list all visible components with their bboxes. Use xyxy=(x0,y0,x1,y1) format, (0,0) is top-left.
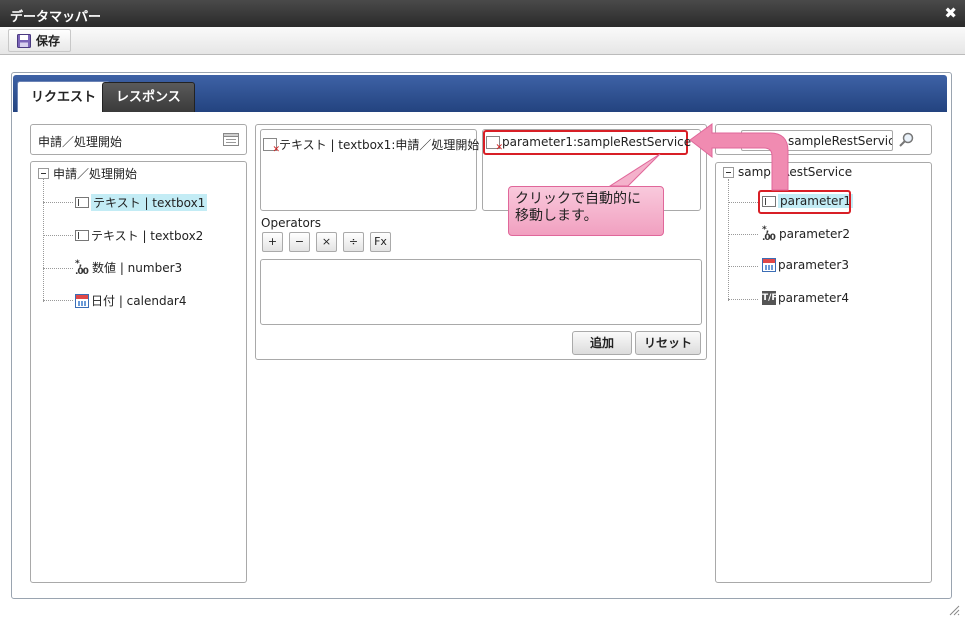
right-tree-item-parameter3[interactable]: parameter3 xyxy=(762,258,849,272)
source-mapping-item[interactable]: テキスト | textbox1:申請／処理開始 xyxy=(263,136,480,155)
target-mapping-selection[interactable]: parameter1:sampleRestService xyxy=(483,130,692,155)
unmapped-textbox-icon xyxy=(486,135,503,153)
tree-item-label: テキスト | textbox1 xyxy=(91,194,208,211)
left-tree-item-number3[interactable]: *, .00 数値 | number3 xyxy=(75,259,182,276)
window-titlebar: データマッパー ✖ xyxy=(0,0,965,27)
tree-item-label: テキスト | textbox2 xyxy=(91,229,204,243)
tree-item-label: parameter2 xyxy=(779,227,850,241)
left-panel-header: 申請／処理開始 xyxy=(30,124,247,155)
save-button-label: 保存 xyxy=(36,34,61,48)
window-title: データマッパー xyxy=(10,10,102,25)
operators-label: Operators xyxy=(261,216,321,230)
operator-divide-button[interactable]: ÷ xyxy=(343,232,364,252)
source-mapping-label: テキスト | textbox1:申請／処理開始 xyxy=(279,138,480,152)
operator-function-button[interactable]: Fx xyxy=(370,232,391,252)
textbox-icon xyxy=(75,197,89,208)
number-icon: *, .00 xyxy=(75,258,89,277)
tab-response[interactable]: レスポンス xyxy=(102,82,195,112)
right-tree-item-parameter4[interactable]: T/F parameter4 xyxy=(762,291,849,305)
tree-item-label: 数値 | number3 xyxy=(92,261,183,275)
tree-item-label: parameter3 xyxy=(778,258,849,272)
search-input[interactable] xyxy=(741,130,893,151)
list-view-icon[interactable] xyxy=(223,133,239,146)
left-tree-item-calendar4[interactable]: 日付 | calendar4 xyxy=(75,292,187,309)
right-tree-root-label: sampleRestService xyxy=(738,165,853,179)
close-icon[interactable]: ✖ xyxy=(944,4,957,22)
left-tree-root-label: 申請／処理開始 xyxy=(53,167,138,181)
left-panel-title: 申請／処理開始 xyxy=(38,135,123,149)
boolean-icon: T/F xyxy=(762,291,778,305)
target-mapping-item[interactable]: parameter1:sampleRestService xyxy=(486,135,692,153)
unmapped-textbox-icon xyxy=(263,138,280,155)
search-icon[interactable] xyxy=(898,132,914,148)
right-tree-panel: sampleRestService parameter1 *, .00 param… xyxy=(715,162,932,583)
calendar-icon xyxy=(75,293,89,308)
save-button[interactable]: 保存 xyxy=(8,29,72,52)
target-mapping-label: parameter1:sampleRestService xyxy=(502,135,692,149)
right-tree-item-parameter2[interactable]: *, .00 parameter2 xyxy=(762,225,850,243)
left-tree-item-textbox1[interactable]: テキスト | textbox1 xyxy=(75,194,208,211)
callout-line-2: 移動します。 xyxy=(515,208,598,224)
left-tree-root[interactable]: 申請／処理開始 xyxy=(38,165,137,182)
add-button[interactable]: 追加 xyxy=(572,331,632,355)
collapse-icon[interactable] xyxy=(38,168,49,179)
operator-multiply-button[interactable]: × xyxy=(316,232,337,252)
parameter1-selection[interactable] xyxy=(758,190,851,214)
tree-item-label: parameter4 xyxy=(778,291,849,305)
left-tree-item-textbox2[interactable]: テキスト | textbox2 xyxy=(75,227,203,244)
operator-minus-button[interactable]: − xyxy=(289,232,310,252)
toolbar: 保存 xyxy=(0,27,965,55)
left-tree-panel: 申請／処理開始 テキスト | textbox1 テキスト | textbox2 … xyxy=(30,161,247,583)
tree-item-label: 日付 | calendar4 xyxy=(91,294,187,308)
source-mapping-box[interactable]: テキスト | textbox1:申請／処理開始 xyxy=(260,129,480,211)
tab-strip: リクエスト レスポンス xyxy=(13,75,947,112)
operator-plus-button[interactable]: + xyxy=(262,232,283,252)
collapse-icon[interactable] xyxy=(723,166,734,178)
expression-area[interactable] xyxy=(260,259,702,325)
number-icon: *, .00 xyxy=(762,225,776,243)
right-panel-header xyxy=(715,124,932,155)
callout-line-1: クリックで自動的に xyxy=(515,191,641,207)
callout-tooltip: クリックで自動的に 移動します。 xyxy=(508,186,664,236)
floppy-disk-icon xyxy=(17,33,31,48)
calendar-icon xyxy=(762,258,776,272)
textbox-icon xyxy=(75,230,89,241)
tab-request[interactable]: リクエスト xyxy=(17,81,111,112)
reset-button[interactable]: リセット xyxy=(635,331,701,355)
resize-grip-icon[interactable] xyxy=(948,604,960,616)
right-tree-root[interactable]: sampleRestService xyxy=(723,165,852,179)
